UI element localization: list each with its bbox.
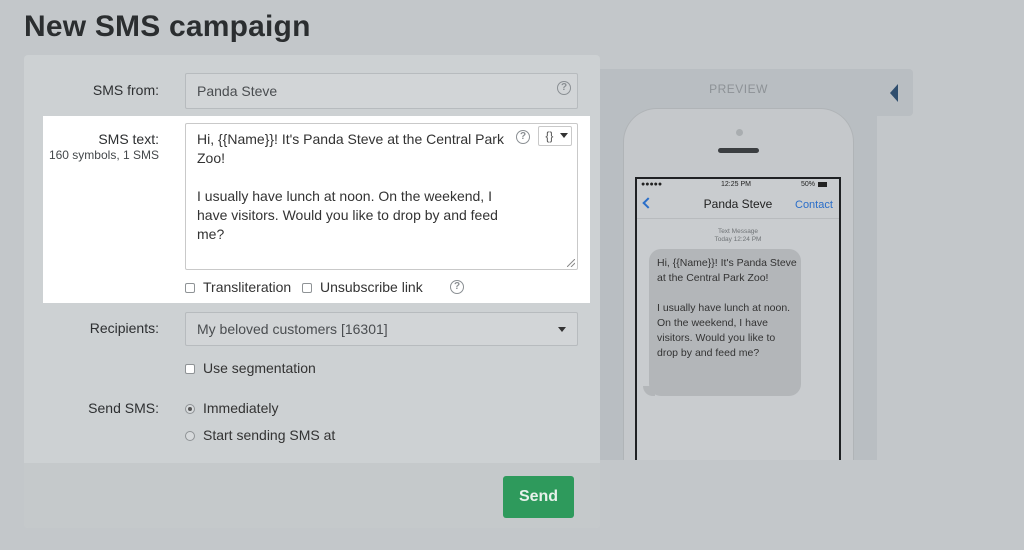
send-sms-label: Send SMS: bbox=[88, 400, 159, 416]
options-help-icon[interactable]: ? bbox=[450, 280, 464, 294]
sms-from-label: SMS from: bbox=[92, 82, 159, 98]
status-battery-text: 50% bbox=[801, 181, 816, 188]
segmentation-checkbox[interactable] bbox=[185, 364, 195, 374]
transliteration-checkbox[interactable] bbox=[185, 283, 195, 293]
phone-speaker bbox=[718, 148, 759, 153]
message-time: Today 12:24 PM bbox=[714, 236, 762, 243]
sms-text-counter: 160 symbols, 1 SMS bbox=[48, 148, 159, 162]
transliteration-label[interactable]: Transliteration bbox=[203, 279, 291, 295]
resize-handle-icon[interactable] bbox=[567, 259, 575, 267]
sms-from-value: Panda Steve bbox=[197, 83, 278, 99]
recipients-select[interactable]: My beloved customers [16301] bbox=[185, 312, 578, 346]
unsubscribe-checkbox[interactable] bbox=[302, 283, 312, 293]
preview-title: PREVIEW bbox=[709, 82, 768, 96]
chat-contact-link: Contact bbox=[795, 199, 833, 211]
status-signal: ●●●●● bbox=[641, 181, 663, 188]
chevron-down-icon bbox=[558, 327, 566, 332]
send-scheduled-radio[interactable] bbox=[185, 431, 195, 441]
send-scheduled-label[interactable]: Start sending SMS at bbox=[203, 427, 335, 443]
sms-text-label: SMS text: bbox=[98, 131, 159, 147]
recipients-label: Recipients: bbox=[89, 320, 159, 336]
variable-caret-icon bbox=[559, 133, 568, 138]
battery-icon bbox=[818, 182, 827, 187]
recipients-value: My beloved customers [16301] bbox=[197, 321, 388, 337]
unsubscribe-label[interactable]: Unsubscribe link bbox=[320, 279, 423, 295]
sms-text-field[interactable]: Hi, {{Name}}! It's Panda Steve at the Ce… bbox=[185, 123, 578, 270]
message-type: Text Message bbox=[717, 228, 759, 235]
nav-divider bbox=[637, 218, 839, 219]
variable-braces-icon: {} bbox=[545, 129, 554, 143]
message-meta: Text Message Today 12:24 PM bbox=[638, 228, 838, 244]
sms-from-help-icon[interactable]: ? bbox=[557, 81, 571, 95]
send-immediately-label[interactable]: Immediately bbox=[203, 400, 278, 416]
sms-from-field[interactable]: Panda Steve bbox=[185, 73, 578, 109]
segmentation-label[interactable]: Use segmentation bbox=[203, 360, 316, 376]
page-title: New SMS campaign bbox=[24, 10, 311, 43]
status-time: 12:25 PM bbox=[721, 181, 751, 188]
insert-variable-button[interactable]: {} bbox=[538, 126, 572, 146]
sms-text-help-icon[interactable]: ? bbox=[516, 130, 530, 144]
send-button[interactable]: Send bbox=[503, 476, 574, 518]
phone-camera bbox=[736, 129, 743, 136]
collapse-arrow-icon[interactable] bbox=[890, 84, 898, 102]
message-bubble-text: Hi, {{Name}}! It's Panda Steve at the Ce… bbox=[657, 257, 797, 359]
send-immediately-radio[interactable] bbox=[185, 404, 195, 414]
sms-text-value: Hi, {{Name}}! It's Panda Steve at the Ce… bbox=[197, 131, 504, 242]
